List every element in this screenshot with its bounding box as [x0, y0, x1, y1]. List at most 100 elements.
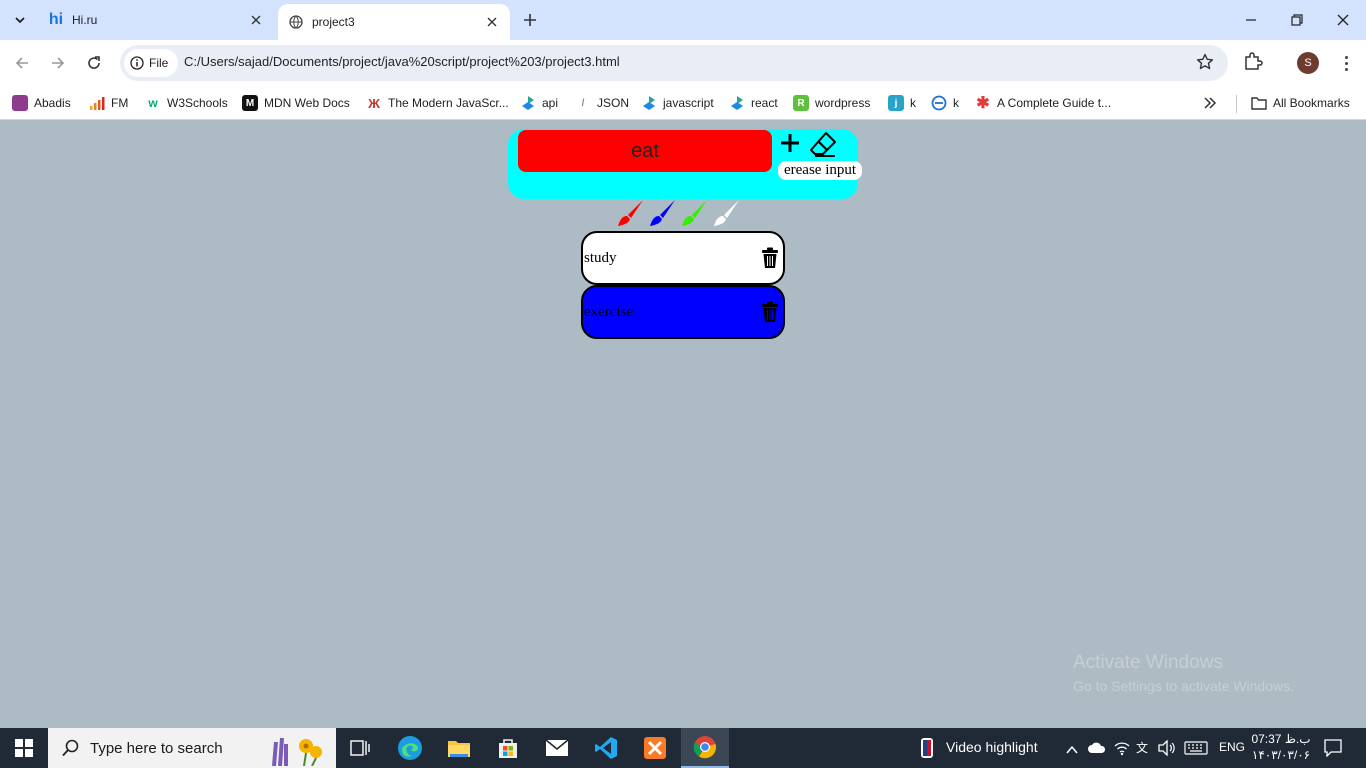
news-widget-icon[interactable] [920, 737, 934, 759]
watermark-subtitle: Go to Settings to activate Windows. [1073, 678, 1294, 694]
all-bookmarks-button[interactable]: All Bookmarks [1251, 92, 1350, 114]
color-brush-picker [615, 198, 745, 228]
bookmark-mdn[interactable]: M MDN Web Docs [242, 92, 350, 114]
url-text[interactable]: C:/Users/sajad/Documents/project/java%20… [184, 54, 620, 69]
bookmark-label: react [751, 96, 778, 110]
keyboard-icon[interactable] [1184, 741, 1208, 760]
folder-icon [1251, 95, 1267, 111]
taskbar-search-box[interactable]: Type here to search [48, 728, 336, 768]
w3schools-icon: w [148, 96, 158, 110]
task-view-button[interactable] [336, 728, 384, 768]
tab-hi-ru[interactable]: hi Hi.ru [38, 0, 274, 40]
chrome-app[interactable] [681, 728, 729, 768]
chevron-up-icon[interactable] [1066, 742, 1078, 760]
bookmark-label: wordpress [815, 96, 871, 110]
globe-icon [288, 14, 304, 30]
k2-icon [931, 95, 947, 111]
todo-item[interactable]: exercise [581, 285, 785, 339]
react-icon [729, 95, 745, 111]
bookmarks-divider [1236, 95, 1237, 113]
bookmark-react[interactable]: react [729, 92, 778, 114]
white-brush-icon[interactable] [711, 198, 741, 228]
javascript-icon [641, 95, 657, 111]
abadis-icon [12, 95, 28, 111]
bookmark-modern-js[interactable]: Ж The Modern JavaScr... [366, 92, 509, 114]
mail-app[interactable] [533, 728, 581, 768]
profile-avatar[interactable]: S [1297, 52, 1319, 74]
bookmark-fm[interactable]: FM [89, 92, 128, 114]
add-task-button[interactable] [778, 131, 802, 155]
extensions-icon[interactable] [1242, 51, 1266, 75]
erase-input-button[interactable] [808, 129, 838, 159]
edge-app[interactable] [386, 728, 434, 768]
asterisk-icon: ✱ [976, 95, 990, 112]
notification-icon[interactable] [1324, 739, 1342, 762]
bookmark-label: The Modern JavaScr... [388, 96, 509, 110]
input-method-icon[interactable]: 文 [1136, 739, 1148, 756]
minimize-button[interactable] [1228, 0, 1274, 40]
bookmark-javascript[interactable]: javascript [641, 92, 714, 114]
taskbar-clock[interactable]: 07:37 ب.ظ ۱۴۰۳/۰۳/۰۶ [1250, 731, 1312, 763]
close-icon [1337, 14, 1349, 26]
todo-item[interactable]: study [581, 231, 785, 285]
address-bar[interactable]: File C:/Users/sajad/Documents/project/ja… [120, 45, 1228, 81]
watermark-title: Activate Windows [1073, 652, 1223, 673]
restore-button[interactable] [1274, 0, 1320, 40]
info-icon [130, 56, 144, 70]
tab-strip: hi Hi.ru project3 [0, 0, 1366, 40]
menu-kebab-icon[interactable] [1336, 53, 1356, 73]
hi-ru-icon: hi [48, 11, 64, 28]
todo-text: study [584, 249, 617, 266]
bookmark-k[interactable]: j k [888, 92, 916, 114]
bookmark-label: k [910, 96, 916, 110]
bookmark-label: FM [111, 96, 129, 110]
bookmark-abadis[interactable]: Abadis [12, 92, 71, 114]
trash-icon[interactable] [759, 247, 781, 269]
back-button[interactable] [8, 49, 36, 77]
bookmark-label: W3Schools [167, 96, 228, 110]
all-bookmarks-label: All Bookmarks [1273, 96, 1350, 110]
bookmark-wordpress[interactable]: R wordpress [793, 92, 870, 114]
task-view-icon [350, 740, 370, 756]
trash-icon[interactable] [759, 301, 781, 323]
wifi-icon[interactable] [1114, 740, 1130, 761]
bookmark-k2[interactable]: k [931, 92, 959, 114]
tab-project3[interactable]: project3 [278, 4, 510, 40]
close-tab-icon[interactable] [482, 12, 502, 32]
green-brush-icon[interactable] [679, 198, 709, 228]
start-button[interactable] [0, 728, 48, 768]
task-input[interactable] [518, 130, 772, 172]
onedrive-cloud-icon[interactable] [1088, 741, 1106, 759]
reload-button[interactable] [80, 49, 108, 77]
language-indicator[interactable]: ENG [1219, 740, 1245, 754]
red-brush-icon[interactable] [615, 198, 645, 228]
xampp-icon [644, 737, 666, 759]
bookmark-api[interactable]: api [520, 92, 558, 114]
close-window-button[interactable] [1320, 0, 1366, 40]
site-info-chip[interactable]: File [124, 49, 179, 77]
new-tab-button[interactable] [518, 8, 542, 32]
close-tab-icon[interactable] [246, 10, 266, 30]
store-app[interactable] [484, 728, 532, 768]
erase-tooltip: erease input [778, 161, 863, 180]
edge-icon [398, 736, 422, 760]
bookmark-complete-guide[interactable]: ✱ A Complete Guide t... [975, 92, 1111, 114]
flowers-icon [266, 732, 326, 767]
bookmark-label: javascript [663, 96, 714, 110]
search-placeholder: Type here to search [90, 739, 223, 757]
file-explorer-app[interactable] [435, 728, 483, 768]
bookmark-json[interactable]: / JSON [575, 92, 629, 114]
xampp-app[interactable] [631, 728, 679, 768]
vscode-app[interactable] [582, 728, 630, 768]
news-widget-label[interactable]: Video highlight [946, 739, 1038, 755]
forward-button[interactable] [44, 49, 72, 77]
javascript-info-icon: Ж [368, 95, 380, 111]
url-scheme-label: File [149, 56, 169, 70]
volume-icon[interactable] [1158, 739, 1176, 761]
bookmark-w3schools[interactable]: w W3Schools [145, 92, 228, 114]
tab-search-button[interactable] [6, 6, 34, 34]
blue-brush-icon[interactable] [647, 198, 677, 228]
bookmark-star-icon[interactable] [1196, 53, 1216, 73]
chevron-double-right-icon[interactable] [1202, 95, 1220, 111]
bookmark-label: Abadis [34, 96, 71, 110]
